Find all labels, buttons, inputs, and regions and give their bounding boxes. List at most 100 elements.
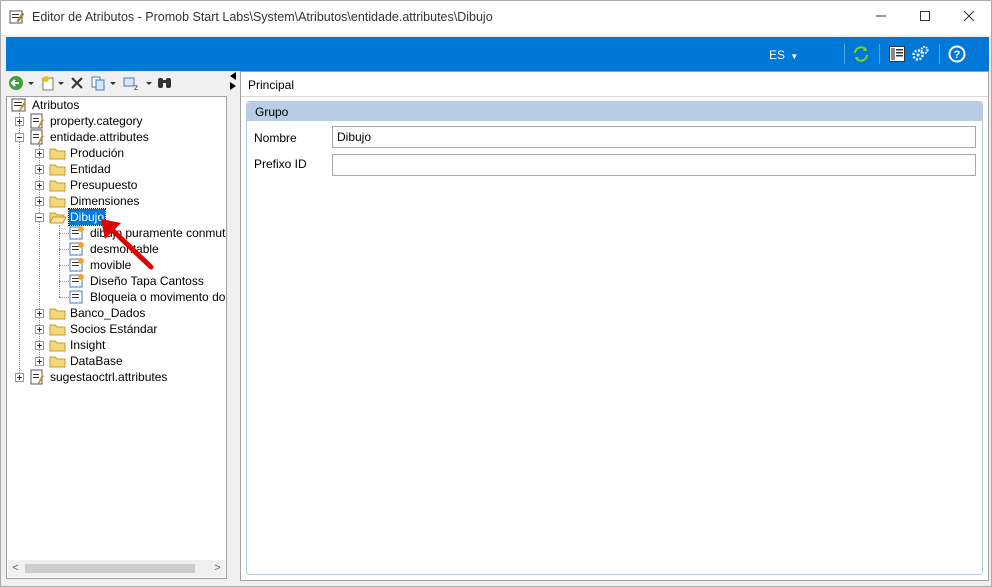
tree-connector [59, 225, 60, 297]
maximize-button[interactable] [902, 1, 948, 31]
help-icon[interactable]: ? [948, 45, 966, 63]
editor-window: Editor de Atributos - Promob Start Labs\… [0, 0, 992, 587]
close-button[interactable] [946, 1, 992, 31]
tree-connector [59, 281, 69, 282]
scroll-right-icon[interactable]: > [210, 561, 225, 576]
tree-node-attribute[interactable]: Bloqueia o movimento do ei [69, 289, 227, 305]
expand-icon[interactable] [35, 197, 44, 206]
language-selector[interactable]: ES ▼ [769, 48, 798, 62]
tree-node-attribute[interactable]: Diseño Tapa Cantoss [69, 273, 226, 289]
annotation-arrow [101, 219, 154, 270]
svg-text:z: z [134, 83, 138, 91]
expand-icon[interactable] [35, 325, 44, 334]
language-label: ES [769, 48, 786, 62]
find-binoculars-icon[interactable] [156, 75, 174, 91]
tree-node-label: property.category [50, 114, 143, 128]
attribute-icon [69, 226, 84, 240]
settings-gears-icon[interactable] [911, 45, 929, 63]
nombre-label: Nombre [254, 131, 297, 145]
tree-node-label: Entidad [70, 162, 111, 176]
tree-node-file[interactable]: sugestaoctrl.attributes [15, 369, 225, 385]
tree-node-root[interactable]: Atributos [11, 97, 221, 113]
collapse-icon[interactable] [35, 213, 44, 222]
prefijo-input[interactable] [332, 154, 976, 176]
scroll-left-icon[interactable]: < [8, 561, 23, 576]
expand-icon[interactable] [35, 149, 44, 158]
refresh-icon[interactable] [852, 45, 870, 63]
principal-header: Principal [248, 78, 295, 92]
open-folder-icon [49, 212, 67, 224]
layout-panel-icon[interactable] [888, 45, 906, 63]
folder-icon [49, 180, 66, 192]
svg-text:?: ? [954, 49, 961, 61]
tree-node-file[interactable]: property.category [15, 113, 225, 129]
tree-connector [59, 297, 69, 298]
copy-icon[interactable] [90, 75, 118, 91]
collapse-icon[interactable] [15, 133, 24, 142]
folder-icon [49, 196, 66, 208]
tree-node-label: Produción [70, 146, 125, 160]
expand-icon[interactable] [35, 309, 44, 318]
expand-icon[interactable] [15, 117, 24, 126]
tree-node-label: Socios Estándar [70, 322, 158, 336]
expand-icon[interactable] [35, 181, 44, 190]
prefijo-label: Prefixo ID [254, 157, 307, 171]
minimize-button[interactable] [858, 1, 904, 31]
tree-node-folder[interactable]: Banco_Dados [35, 305, 225, 321]
tree-connector [19, 113, 20, 377]
attributes-file-icon [30, 369, 44, 385]
attribute-icon [69, 274, 84, 288]
tree-node-label: Presupuesto [70, 178, 138, 192]
attributes-file-icon [30, 129, 44, 145]
tree-node-label: Banco_Dados [70, 306, 146, 320]
tree-node-folder[interactable]: Socios Estándar [35, 321, 225, 337]
ribbon-separator [939, 44, 940, 64]
tree-connector [59, 265, 69, 266]
tree-node-folder[interactable]: Presupuesto [35, 177, 225, 193]
tree-node-file[interactable]: entidade.attributes [15, 129, 225, 145]
window-title: Editor de Atributos - Promob Start Labs\… [32, 10, 493, 24]
attributes-file-icon [30, 113, 44, 129]
group-title: Grupo [255, 105, 289, 119]
tree-node-label: Dimensiones [70, 194, 140, 208]
close-icon [963, 10, 975, 22]
attribute-icon [69, 258, 84, 272]
sort-icon[interactable]: z [122, 75, 154, 91]
attributes-root-icon [11, 98, 26, 112]
tree-horizontal-scrollbar[interactable]: < > [8, 560, 225, 577]
back-icon[interactable] [8, 75, 36, 91]
nombre-input[interactable] [332, 126, 976, 148]
folder-icon [49, 356, 66, 368]
new-item-icon[interactable] [40, 75, 66, 91]
expand-icon[interactable] [35, 357, 44, 366]
tree-node-folder[interactable]: Insight [35, 337, 225, 353]
chevron-down-icon: ▼ [790, 52, 799, 61]
header-divider [241, 96, 988, 97]
tree-node-label: Diseño Tapa Cantoss [90, 274, 204, 288]
splitter-toggle[interactable] [228, 71, 238, 91]
tree-connector [59, 233, 69, 234]
expand-icon[interactable] [35, 341, 44, 350]
tree-node-label: Atributos [32, 98, 80, 112]
folder-icon [49, 340, 66, 352]
ribbon-separator [844, 44, 845, 64]
tree-node-folder[interactable]: DataBase [35, 353, 225, 369]
tree-node-label: Insight [70, 338, 106, 352]
folder-icon [49, 308, 66, 320]
tree-toolbar: z [6, 71, 227, 95]
folder-icon [49, 324, 66, 336]
tree-node-folder[interactable]: Produción [35, 145, 225, 161]
delete-icon[interactable] [70, 75, 84, 91]
group-header: Grupo [247, 102, 982, 121]
scrollbar-thumb[interactable] [25, 564, 195, 573]
group-panel: Grupo Nombre Prefixo ID [246, 101, 983, 575]
expand-icon[interactable] [35, 165, 44, 174]
tree-node-folder[interactable]: Entidad [35, 161, 225, 177]
expand-icon[interactable] [15, 373, 24, 382]
tree-node-label: sugestaoctrl.attributes [50, 370, 168, 384]
tree-node-folder[interactable]: Dimensiones [35, 193, 225, 209]
attributes-tree[interactable]: Atributos property.category entidade.att… [6, 96, 227, 579]
tree-connector [59, 249, 69, 250]
tree-node-label: Bloqueia o movimento do ei [90, 290, 227, 304]
ribbon-bar: ES ▼ ? [6, 37, 989, 71]
